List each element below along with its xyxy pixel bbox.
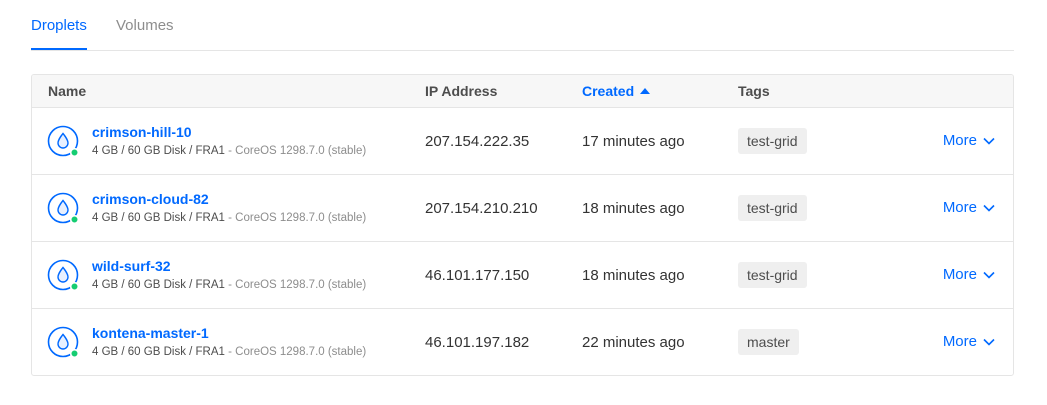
chevron-down-icon [983,137,995,145]
droplet-icon [47,192,80,225]
column-header-name[interactable]: Name [48,83,86,99]
table-row: kontena-master-1 4 GB / 60 GB Disk / FRA… [32,309,1013,375]
droplet-specs: 4 GB / 60 GB Disk / FRA1 - CoreOS 1298.7… [92,212,366,224]
droplet-specs: 4 GB / 60 GB Disk / FRA1 - CoreOS 1298.7… [92,279,366,291]
droplet-tag[interactable]: master [738,329,799,355]
tab-volumes[interactable]: Volumes [116,17,174,48]
status-dot-icon [69,214,80,225]
column-header-created[interactable]: Created [582,83,651,99]
chevron-down-icon [983,204,995,212]
droplet-ip: 46.101.177.150 [425,267,530,284]
droplet-name-link[interactable]: crimson-hill-10 [92,124,192,140]
droplet-name-link[interactable]: kontena-master-1 [92,325,209,341]
droplet-specs: 4 GB / 60 GB Disk / FRA1 - CoreOS 1298.7… [92,346,366,358]
droplet-os: - CoreOS 1298.7.0 (stable) [224,212,367,224]
more-menu-button[interactable]: More [943,333,995,350]
droplet-name-link[interactable]: wild-surf-32 [92,258,171,274]
droplet-created: 18 minutes ago [582,200,685,217]
droplet-os: - CoreOS 1298.7.0 (stable) [224,279,367,291]
droplet-tag[interactable]: test-grid [738,128,807,154]
status-dot-icon [69,348,80,359]
more-label: More [942,266,977,283]
column-header-tags[interactable]: Tags [738,83,770,99]
droplet-size: 4 GB / 60 GB Disk / FRA1 [92,346,225,358]
tab-droplets[interactable]: Droplets [31,17,87,50]
table-header: Name IP Address Created Tags [32,75,1013,108]
more-label: More [942,333,977,350]
droplet-created: 18 minutes ago [582,267,685,284]
table-row: crimson-hill-10 4 GB / 60 GB Disk / FRA1… [32,108,1013,175]
droplet-icon [47,259,80,292]
more-menu-button[interactable]: More [943,266,995,283]
droplet-tag[interactable]: test-grid [738,262,807,288]
chevron-down-icon [983,271,995,279]
droplets-table: Name IP Address Created Tags crimson-hil… [31,74,1014,376]
more-label: More [942,199,977,216]
droplet-os: - CoreOS 1298.7.0 (stable) [224,145,367,157]
droplet-icon [47,125,80,158]
droplet-size: 4 GB / 60 GB Disk / FRA1 [92,279,225,291]
droplet-os: - CoreOS 1298.7.0 (stable) [224,346,367,358]
droplet-size: 4 GB / 60 GB Disk / FRA1 [92,145,225,157]
column-header-ip[interactable]: IP Address [425,83,497,99]
droplet-icon [47,326,80,359]
droplet-ip: 207.154.222.35 [425,133,530,150]
droplet-size: 4 GB / 60 GB Disk / FRA1 [92,212,225,224]
more-menu-button[interactable]: More [943,199,995,216]
droplet-name-link[interactable]: crimson-cloud-82 [92,191,209,207]
column-header-created-label: Created [582,83,635,99]
resource-tabs: Droplets Volumes [31,0,1014,51]
droplet-created: 22 minutes ago [582,334,685,351]
droplet-specs: 4 GB / 60 GB Disk / FRA1 - CoreOS 1298.7… [92,145,366,157]
status-dot-icon [69,281,80,292]
droplet-tag[interactable]: test-grid [738,195,807,221]
sort-ascending-icon [640,88,651,94]
table-row: crimson-cloud-82 4 GB / 60 GB Disk / FRA… [32,175,1013,242]
table-row: wild-surf-32 4 GB / 60 GB Disk / FRA1 - … [32,242,1013,309]
droplets-page: Droplets Volumes Name IP Address Created… [0,0,1047,405]
droplet-ip: 207.154.210.210 [425,200,538,217]
more-label: More [942,132,977,149]
status-dot-icon [69,147,80,158]
droplet-created: 17 minutes ago [582,133,685,150]
more-menu-button[interactable]: More [943,132,995,149]
chevron-down-icon [983,338,995,346]
droplet-ip: 46.101.197.182 [425,334,530,351]
